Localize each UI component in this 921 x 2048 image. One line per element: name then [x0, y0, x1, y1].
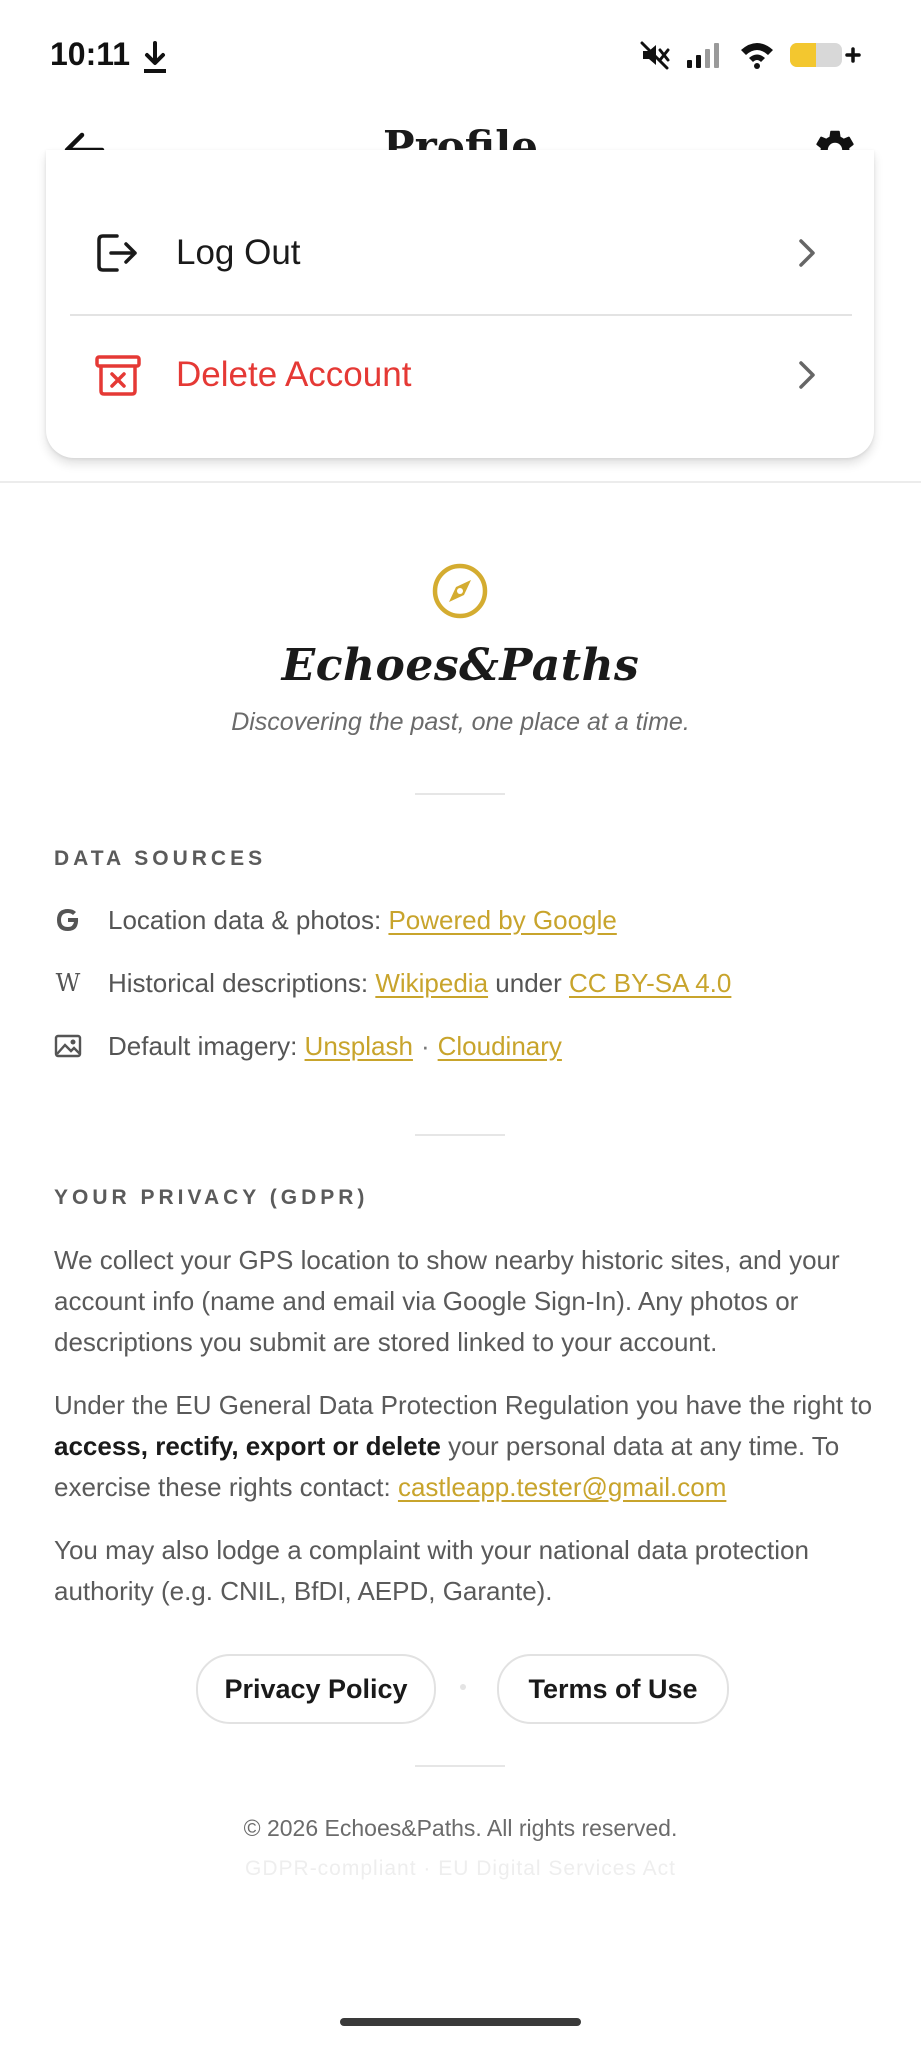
- home-indicator[interactable]: [340, 2018, 581, 2026]
- wifi-icon: [739, 40, 775, 75]
- brand-name: Echoes&Paths: [281, 640, 640, 691]
- separator: ·: [420, 1030, 430, 1061]
- logout-icon: [90, 225, 146, 281]
- battery-icon: [789, 40, 861, 75]
- status-time: 10:11: [50, 36, 131, 72]
- compass-icon: [431, 562, 489, 620]
- chevron-right-icon: [792, 233, 822, 273]
- copyright-text: © 2026 Echoes&Paths. All rights reserved…: [243, 1815, 678, 1841]
- image-icon: [54, 1032, 82, 1060]
- section-divider: [0, 481, 921, 483]
- cc-by-sa-link[interactable]: CC BY-SA 4.0: [569, 968, 731, 999]
- chevron-right-icon: [792, 355, 822, 395]
- brand-tagline: Discovering the past, one place at a tim…: [231, 708, 690, 736]
- logout-label: Log Out: [176, 233, 301, 272]
- logout-row[interactable]: Log Out: [46, 198, 874, 308]
- powered-by-google-link[interactable]: Powered by Google: [388, 905, 616, 936]
- paragraph-text: Under the EU General Data Protection Reg…: [54, 1390, 873, 1420]
- privacy-policy-button[interactable]: Privacy Policy: [196, 1654, 436, 1724]
- privacy-heading: YOUR PRIVACY (GDPR): [54, 1186, 369, 1209]
- privacy-paragraph-3: You may also lodge a complaint with your…: [54, 1535, 809, 1606]
- trash-icon: [90, 347, 146, 403]
- delete-account-row[interactable]: Delete Account: [46, 320, 874, 430]
- google-icon: [54, 906, 82, 934]
- source-text: under: [495, 967, 562, 998]
- divider: [415, 1765, 505, 1767]
- signal-icon: [685, 40, 725, 75]
- download-icon: [140, 40, 170, 76]
- rights-emphasis: access, rectify, export or delete: [54, 1431, 441, 1461]
- contact-email-link[interactable]: castleapp.tester@gmail.com: [398, 1472, 726, 1502]
- data-sources-heading: DATA SOURCES: [54, 847, 267, 870]
- delete-account-label: Delete Account: [176, 355, 412, 394]
- source-location: Location data & photos: Powered by Googl…: [54, 898, 874, 942]
- privacy-paragraph-1: We collect your GPS location to show nea…: [54, 1245, 840, 1357]
- separator-dot: [460, 1684, 466, 1690]
- card-divider: [70, 314, 852, 316]
- source-text: Location data & photos:: [108, 904, 382, 935]
- wikipedia-icon: W: [55, 969, 81, 997]
- source-text: Historical descriptions:: [108, 967, 369, 998]
- unsplash-link[interactable]: Unsplash: [305, 1031, 413, 1062]
- status-icons: [639, 40, 861, 75]
- source-imagery: Default imagery: Unsplash · Cloudinary: [54, 1024, 874, 1068]
- source-text: Default imagery:: [108, 1030, 298, 1061]
- terms-of-use-button[interactable]: Terms of Use: [497, 1654, 729, 1724]
- divider: [415, 1134, 505, 1136]
- divider: [415, 793, 505, 795]
- source-historical: W Historical descriptions: Wikipedia und…: [54, 961, 874, 1005]
- wikipedia-link[interactable]: Wikipedia: [375, 968, 488, 999]
- privacy-paragraph-2: Under the EU General Data Protection Reg…: [54, 1385, 874, 1508]
- mute-icon: [639, 40, 671, 75]
- cloudinary-link[interactable]: Cloudinary: [438, 1031, 562, 1062]
- compliance-text: GDPR-compliant · EU Digital Services Act: [245, 1857, 676, 1880]
